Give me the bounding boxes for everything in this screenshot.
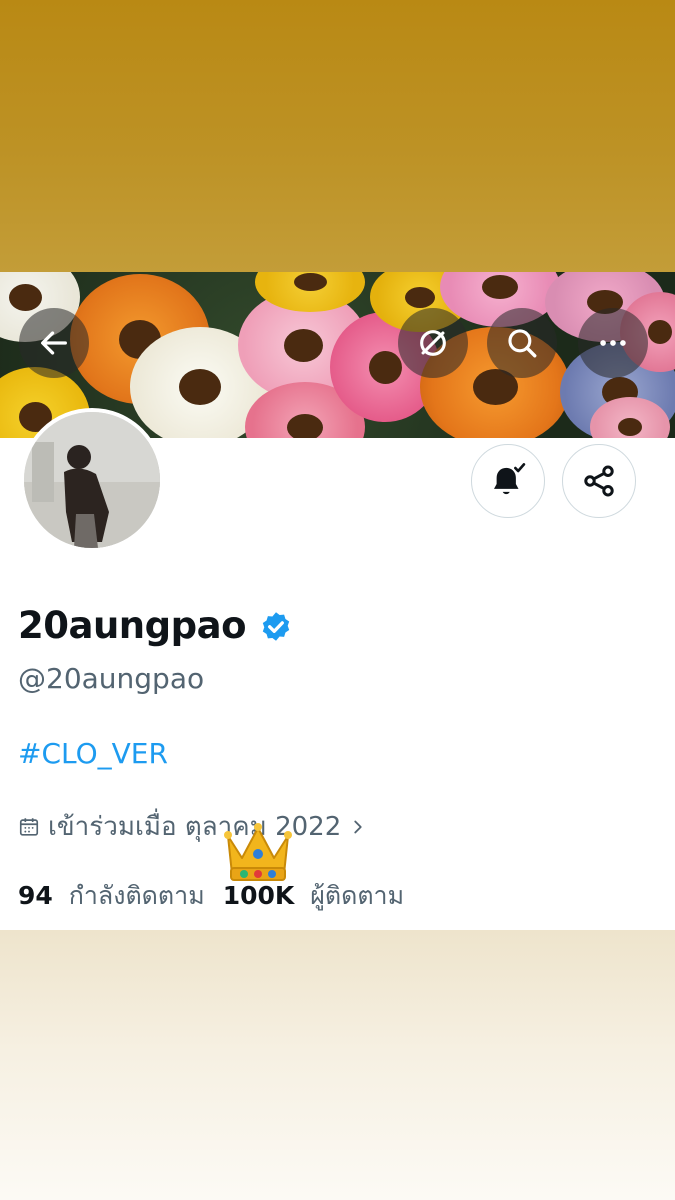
user-handle: @20aungpao: [18, 662, 205, 695]
arrow-left-icon: [41, 331, 67, 355]
follow-stats: 94 กำลังติดตาม 100K ผู้ติดตาม: [18, 876, 404, 916]
crown-sticker: [224, 823, 292, 881]
bottom-background-band: [0, 930, 675, 1200]
more-icon: [600, 340, 626, 346]
bell-check-icon: [494, 463, 526, 495]
share-button[interactable]: [562, 444, 636, 518]
following-count: 94: [18, 881, 53, 910]
translate-button[interactable]: [398, 308, 468, 378]
share-icon: [584, 465, 614, 497]
followers-label: ผู้ติดตาม: [310, 881, 405, 910]
circle-slash-icon: [420, 330, 446, 356]
more-button[interactable]: [578, 308, 648, 378]
joined-date-text: เข้าร่วมเมื่อ ตุลาคม 2022: [48, 812, 342, 842]
followers-count: 100K: [222, 881, 295, 910]
joined-date-row[interactable]: เข้าร่วมเมื่อ ตุลาคม 2022: [18, 806, 367, 847]
search-button[interactable]: [487, 308, 557, 378]
following-label: กำลังติดตาม: [68, 881, 205, 910]
search-icon: [508, 329, 537, 358]
notifications-button[interactable]: [471, 444, 545, 518]
verified-badge-icon: [262, 612, 290, 641]
calendar-icon: [19, 817, 39, 836]
avatar-photo: [24, 412, 160, 548]
bio-hashtag[interactable]: #CLO_VER: [18, 737, 168, 770]
chevron-right-icon: [354, 820, 362, 833]
top-background-band: [0, 0, 675, 272]
following-link[interactable]: 94 กำลังติดตาม: [18, 876, 205, 916]
back-button[interactable]: [19, 308, 89, 378]
display-name: 20aungpao: [18, 604, 247, 647]
avatar[interactable]: [20, 408, 164, 552]
